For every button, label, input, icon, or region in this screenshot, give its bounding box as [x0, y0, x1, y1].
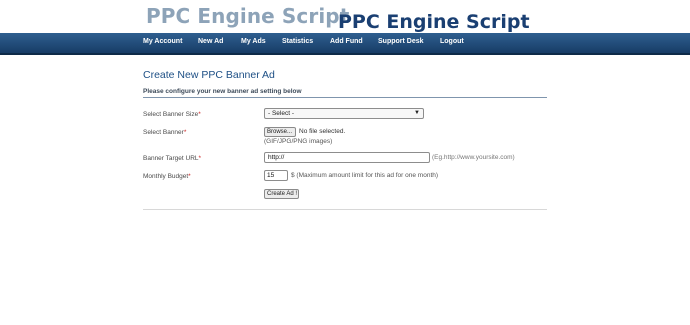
target-url-label: Banner Target URL*	[143, 155, 201, 162]
required-mark: *	[188, 173, 191, 180]
required-mark: *	[183, 129, 187, 136]
main-nav: My Account New Ad My Ads Statistics Add …	[0, 33, 690, 55]
logo-text: PPC Engine Script	[146, 4, 350, 28]
page-subtitle: Please configure your new banner ad sett…	[143, 88, 302, 95]
nav-logout[interactable]: Logout	[440, 38, 464, 45]
banner-size-select[interactable]: - Select - ▼	[264, 108, 424, 119]
create-ad-button[interactable]: Create Ad !	[264, 189, 299, 199]
banner-file-label-text: Select Banner	[143, 129, 184, 136]
target-url-input[interactable]: http://	[264, 152, 430, 163]
nav-my-ads[interactable]: My Ads	[241, 38, 266, 45]
browse-button[interactable]: Browse...	[264, 127, 296, 137]
required-mark: *	[198, 155, 202, 162]
required-mark: *	[198, 111, 201, 118]
nav-new-ad[interactable]: New Ad	[198, 38, 223, 45]
nav-support-desk[interactable]: Support Desk	[378, 38, 424, 45]
nav-add-fund[interactable]: Add Fund	[330, 38, 363, 45]
section-divider	[143, 97, 547, 98]
banner-file-label: Select Banner*	[143, 129, 186, 136]
budget-label-text: Monthly Budget	[143, 173, 189, 180]
file-status: No file selected.	[299, 128, 346, 135]
form-bottom-divider	[143, 209, 547, 210]
budget-hint: $ (Maximum amount limit for this ad for …	[291, 172, 439, 179]
file-type-hint: (GIF/JPG/PNG images)	[264, 138, 333, 145]
banner-size-selected: - Select -	[268, 110, 295, 117]
page-title: Create New PPC Banner Ad	[143, 69, 275, 81]
logo-overlay-text: PPC Engine Script	[338, 11, 530, 33]
banner-size-label-text: Select Banner Size	[143, 111, 199, 118]
budget-label: Monthly Budget*	[143, 173, 191, 180]
target-url-hint: (Eg.http://www.yoursite.com)	[432, 154, 515, 161]
nav-my-account[interactable]: My Account	[143, 38, 182, 45]
chevron-down-icon: ▼	[414, 110, 420, 116]
banner-size-label: Select Banner Size*	[143, 111, 201, 118]
site-logo: PPC Engine Script PPC Engine Script	[146, 4, 546, 34]
nav-statistics[interactable]: Statistics	[282, 38, 313, 45]
budget-input[interactable]: 15	[264, 170, 288, 181]
target-url-label-text: Banner Target URL	[143, 155, 199, 162]
